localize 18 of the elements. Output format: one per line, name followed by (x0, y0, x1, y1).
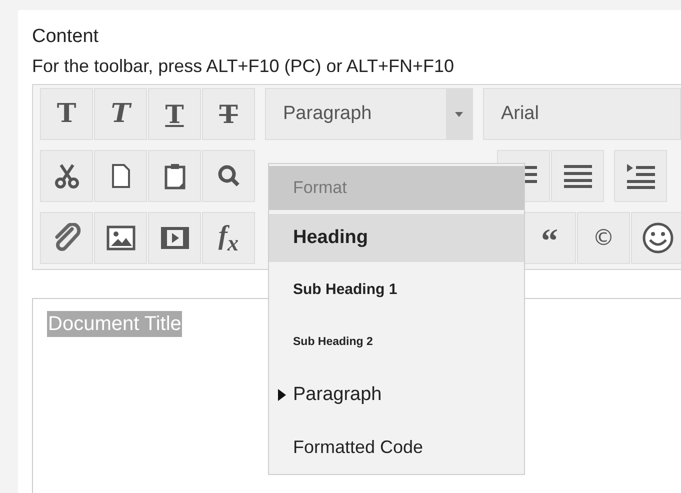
format-combo[interactable]: Paragraph (265, 88, 473, 140)
toolbar-hint: For the toolbar, press ALT+F10 (PC) or ALT+FN+F10 (32, 56, 456, 78)
italic-button[interactable]: T (94, 88, 147, 140)
format-header: Format (269, 166, 524, 210)
quote-button[interactable]: “ (523, 212, 576, 264)
menu-item[interactable]: Heading (269, 214, 524, 262)
menu-item[interactable]: Sub Heading 2 (269, 316, 524, 368)
content-label: Content (32, 26, 100, 49)
copyright-button[interactable]: © (577, 212, 630, 264)
underline-button[interactable]: T (148, 88, 201, 140)
bold-button[interactable]: T (40, 88, 93, 140)
strikethrough-button[interactable]: T (202, 88, 255, 140)
menu-item[interactable]: Sub Heading 1 (269, 262, 524, 316)
menu-item[interactable]: Formatted Code (269, 422, 524, 472)
menu-item[interactable]: Paragraph (269, 368, 524, 422)
font-combo[interactable]: Arial (482, 88, 681, 140)
document-title: Document Title (47, 311, 182, 337)
formula-button[interactable]: f$_{x}$ (202, 212, 255, 264)
